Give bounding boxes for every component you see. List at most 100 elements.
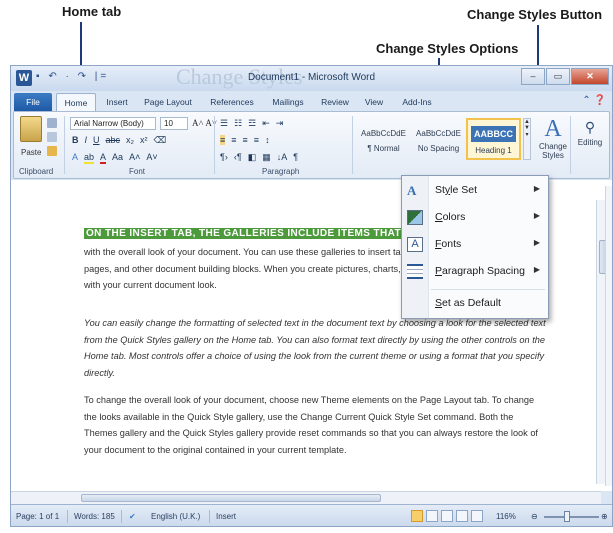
- language-indicator[interactable]: English (U.K.): [151, 512, 200, 521]
- format-painter-icon[interactable]: [47, 146, 57, 156]
- change-case-icon[interactable]: Aa: [112, 152, 123, 164]
- change-styles-button[interactable]: A Change Styles: [535, 116, 571, 160]
- home-tab-callout: Home tab: [62, 4, 122, 19]
- word-count[interactable]: Words: 185: [74, 512, 115, 521]
- draft-view-icon[interactable]: [471, 510, 483, 522]
- clear-formatting-icon[interactable]: ⌫: [154, 135, 167, 146]
- insert-mode-indicator[interactable]: Insert: [216, 512, 236, 521]
- rtl-icon[interactable]: ‹¶: [234, 152, 242, 163]
- close-icon[interactable]: ✕: [571, 68, 609, 85]
- strikethrough-icon[interactable]: abc: [106, 135, 121, 146]
- styles-gallery-scroll[interactable]: ▲ ▼ ▾: [523, 118, 531, 160]
- side-panel: [605, 186, 612, 486]
- group-divider: [352, 116, 353, 174]
- superscript-icon[interactable]: x²: [140, 135, 148, 146]
- print-layout-view-icon[interactable]: [411, 510, 423, 522]
- style-normal[interactable]: AaBbCcDdE ¶ Normal: [356, 118, 411, 160]
- outline-view-icon[interactable]: [456, 510, 468, 522]
- font-color-icon[interactable]: A: [100, 152, 107, 164]
- style-no-spacing-name: No Spacing: [417, 144, 460, 153]
- menu-item-style-set-label: Style Set: [435, 184, 478, 196]
- editing-button[interactable]: ⚲ Editing: [571, 116, 609, 147]
- justify-icon[interactable]: ≡: [254, 135, 259, 145]
- tab-add-ins[interactable]: Add-Ins: [396, 93, 438, 111]
- multilevel-list-icon[interactable]: ☲: [248, 118, 256, 129]
- style-heading-1-sample: AABBCC: [471, 126, 516, 142]
- line-spacing-icon[interactable]: ↕: [265, 135, 270, 145]
- underline-icon[interactable]: U: [93, 135, 100, 146]
- zoom-slider[interactable]: [544, 516, 599, 518]
- text-effects-icon[interactable]: A: [72, 152, 78, 164]
- proofing-icon[interactable]: ✔: [129, 512, 136, 521]
- change-styles-label: Change Styles: [538, 142, 568, 160]
- paragraph-spacing-icon: [407, 264, 423, 279]
- font-name-box[interactable]: Arial Narrow (Body): [70, 117, 156, 130]
- tab-review[interactable]: Review: [316, 93, 354, 111]
- window-controls: – ▭ ✕: [521, 68, 609, 85]
- minimize-icon[interactable]: –: [521, 68, 545, 85]
- horizontal-scroll-thumb[interactable]: [81, 494, 381, 502]
- document-paragraph-2[interactable]: You can easily change the formatting of …: [84, 315, 546, 381]
- font-size-box[interactable]: 10: [160, 117, 188, 130]
- zoom-level[interactable]: 116%: [496, 512, 516, 521]
- font-size-down-icon[interactable]: A˅: [146, 152, 157, 164]
- paste-icon[interactable]: [20, 116, 42, 142]
- submenu-arrow-icon: ▶: [533, 184, 540, 193]
- menu-item-fonts-label: Fonts: [435, 238, 462, 250]
- tab-insert[interactable]: Insert: [99, 93, 135, 111]
- bold-icon[interactable]: B: [72, 135, 79, 146]
- decrease-indent-icon[interactable]: ⇤: [262, 118, 270, 129]
- paragraph-row-3: ¶› ‹¶ ◧ ▦ ↓A ¶: [220, 152, 298, 163]
- font-size-up-icon[interactable]: A˄: [129, 152, 140, 164]
- align-center-icon[interactable]: ≡: [231, 135, 236, 145]
- menu-item-paragraph-spacing[interactable]: Paragraph Spacing ▶: [402, 260, 548, 284]
- tab-view[interactable]: View: [359, 93, 389, 111]
- bullets-icon[interactable]: ☰: [220, 118, 228, 129]
- highlight-color-icon[interactable]: ab: [84, 152, 95, 164]
- ltr-icon[interactable]: ¶›: [220, 152, 228, 163]
- zoom-in-icon[interactable]: ⊕: [601, 512, 608, 521]
- tab-mailings[interactable]: Mailings: [266, 93, 310, 111]
- group-divider: [214, 116, 215, 174]
- zoom-slider-knob[interactable]: [564, 511, 570, 522]
- subscript-icon[interactable]: x₂: [126, 135, 134, 146]
- tab-file[interactable]: File: [14, 93, 52, 111]
- sort-icon[interactable]: ↓A: [277, 152, 288, 163]
- full-screen-reading-icon[interactable]: [426, 510, 438, 522]
- increase-indent-icon[interactable]: ⇥: [276, 118, 284, 129]
- show-formatting-icon[interactable]: ¶: [293, 152, 298, 163]
- font-color-row: A ab A Aa A˄ A˅: [72, 152, 158, 164]
- tab-page-layout[interactable]: Page Layout: [139, 93, 197, 111]
- help-icon[interactable]: ⌃ ❓: [582, 95, 606, 106]
- document-heading[interactable]: ON THE INSERT TAB, THE GALLERIES INCLUDE…: [84, 228, 422, 239]
- paste-button-label[interactable]: Paste: [21, 148, 41, 157]
- maximize-icon[interactable]: ▭: [546, 68, 570, 85]
- horizontal-scrollbar[interactable]: [11, 491, 601, 504]
- tab-home[interactable]: Home: [56, 93, 96, 111]
- cut-icon[interactable]: [47, 118, 57, 128]
- paragraph-row-2: ≡ ≡ ≡ ≡ ↕: [220, 135, 270, 145]
- menu-item-colors[interactable]: Colors ▶: [402, 206, 548, 230]
- change-styles-options-callout: Change Styles Options: [376, 41, 519, 56]
- style-set-icon: A: [407, 183, 417, 198]
- change-styles-menu: A Style Set ▶ Colors ▶ A Fonts ▶ Paragra…: [401, 175, 549, 319]
- zoom-out-icon[interactable]: ⊖: [531, 512, 538, 521]
- copy-icon[interactable]: [47, 132, 57, 142]
- style-no-spacing[interactable]: AaBbCcDdE No Spacing: [411, 118, 466, 160]
- menu-item-style-set[interactable]: A Style Set ▶: [402, 179, 548, 203]
- align-left-icon[interactable]: ≡: [220, 135, 226, 145]
- align-right-icon[interactable]: ≡: [243, 135, 248, 145]
- change-styles-icon: A: [544, 116, 562, 142]
- borders-icon[interactable]: ▦: [262, 152, 271, 163]
- numbering-icon[interactable]: ☷: [234, 118, 242, 129]
- web-layout-icon[interactable]: [441, 510, 453, 522]
- document-paragraph-3[interactable]: To change the overall look of your docum…: [84, 392, 546, 458]
- ribbon: Paste Clipboard Arial Narrow (Body) 10 A…: [13, 111, 610, 179]
- menu-item-set-as-default[interactable]: Set as Default: [402, 292, 548, 316]
- style-heading-1[interactable]: AABBCC Heading 1: [466, 118, 521, 160]
- menu-item-fonts[interactable]: A Fonts ▶: [402, 233, 548, 257]
- tab-references[interactable]: References: [203, 93, 261, 111]
- italic-icon[interactable]: I: [85, 135, 88, 146]
- page-count[interactable]: Page: 1 of 1: [16, 512, 59, 521]
- shading-icon[interactable]: ◧: [248, 152, 257, 163]
